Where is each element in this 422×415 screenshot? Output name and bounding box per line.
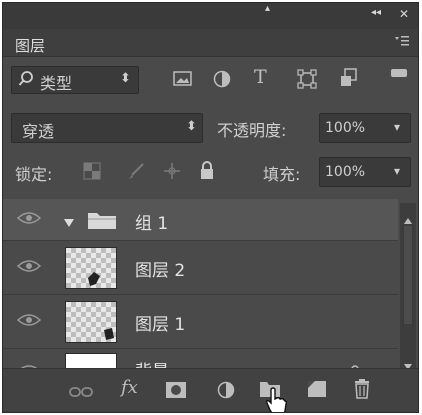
close-panel-button[interactable]: ✕ [399, 7, 409, 21]
lock-paint-icon[interactable] [127, 162, 145, 184]
blend-mode-arrow: ⬍ [186, 119, 197, 134]
panel-menu-icon[interactable] [394, 35, 410, 50]
expand-triangle-icon[interactable] [63, 213, 75, 232]
image-filter-icon[interactable] [173, 70, 193, 92]
layers-bottom-toolbar: fx [3, 368, 418, 412]
panel-titlebar: ▴ ◂◂ ✕ [3, 3, 418, 29]
lock-move-icon[interactable] [163, 162, 181, 184]
search-icon [18, 70, 34, 92]
fill-value: 100% [325, 164, 366, 180]
layer-name: 图层 2 [135, 261, 186, 281]
delete-layer-icon[interactable] [353, 379, 371, 403]
layers-panel: ▴ ◂◂ ✕ 图层 类型 ⬍ T 穿透 ⬍ 不透明度: 100% ▾ 锁定: 填… [2, 2, 419, 413]
type-filter-icon[interactable]: T [254, 66, 267, 88]
lock-row: 锁定: 填充: 100% ▾ [3, 153, 418, 193]
layer-row[interactable]: 图层 1 [3, 295, 398, 349]
opacity-input[interactable]: 100% ▾ [319, 113, 411, 143]
panel-top-arrow: ▴ [265, 3, 271, 14]
filter-kind-select[interactable]: 类型 ⬍ [11, 66, 139, 94]
visibility-eye-icon[interactable] [16, 258, 42, 274]
lock-transparent-icon[interactable] [83, 162, 101, 184]
visibility-eye-icon[interactable] [16, 210, 42, 226]
layers-list: 组 1 图层 2 图层 1 [3, 199, 418, 368]
layers-tab-row: 图层 [3, 29, 418, 57]
lock-all-icon[interactable] [199, 160, 215, 184]
blend-row: 穿透 ⬍ 不透明度: 100% ▾ [3, 109, 418, 147]
filter-row: 类型 ⬍ T [3, 61, 418, 99]
adjustment-filter-icon[interactable] [213, 70, 231, 92]
tab-layers[interactable]: 图层 [15, 35, 45, 56]
opacity-label: 不透明度: [217, 121, 287, 140]
blend-mode-value: 穿透 [22, 122, 55, 141]
lock-label: 锁定: [15, 165, 53, 184]
layer-name: 组 1 [135, 214, 169, 234]
new-layer-icon[interactable] [307, 380, 327, 402]
layer-row-background[interactable]: 背景 [3, 349, 398, 368]
layer-thumbnail [65, 247, 117, 289]
fill-label: 填充: [263, 165, 301, 184]
adjustment-layer-icon[interactable] [217, 381, 235, 403]
fill-dropdown-icon[interactable]: ▾ [394, 164, 400, 178]
hand-pointer-icon [265, 387, 288, 412]
smart-object-filter-icon[interactable] [339, 68, 359, 92]
filter-toggle-switch[interactable] [391, 69, 407, 77]
visibility-eye-icon[interactable] [16, 312, 42, 328]
layer-row[interactable]: 图层 2 [3, 241, 398, 295]
background-lock-icon [349, 359, 361, 368]
shape-filter-icon[interactable] [297, 69, 317, 93]
layer-thumbnail [65, 301, 117, 343]
folder-icon [87, 210, 117, 234]
layers-scrollbar[interactable] [400, 203, 416, 370]
filter-kind-arrow: ⬍ [120, 71, 131, 86]
add-mask-icon[interactable] [165, 381, 187, 403]
blend-mode-select[interactable]: 穿透 ⬍ [11, 113, 203, 143]
filter-kind-label: 类型 [40, 74, 73, 93]
opacity-value: 100% [325, 120, 366, 136]
layer-row-group[interactable]: 组 1 [3, 199, 398, 241]
collapse-panel-button[interactable]: ◂◂ [371, 7, 381, 18]
link-layers-icon[interactable] [69, 383, 93, 402]
layer-thumbnail [65, 353, 117, 368]
layer-name: 图层 1 [135, 315, 186, 335]
opacity-dropdown-icon[interactable]: ▾ [394, 120, 400, 134]
fill-input[interactable]: 100% ▾ [319, 157, 411, 187]
layer-name: 背景 [135, 357, 169, 368]
scroll-thumb[interactable] [403, 225, 413, 325]
fx-icon[interactable]: fx [121, 377, 138, 398]
